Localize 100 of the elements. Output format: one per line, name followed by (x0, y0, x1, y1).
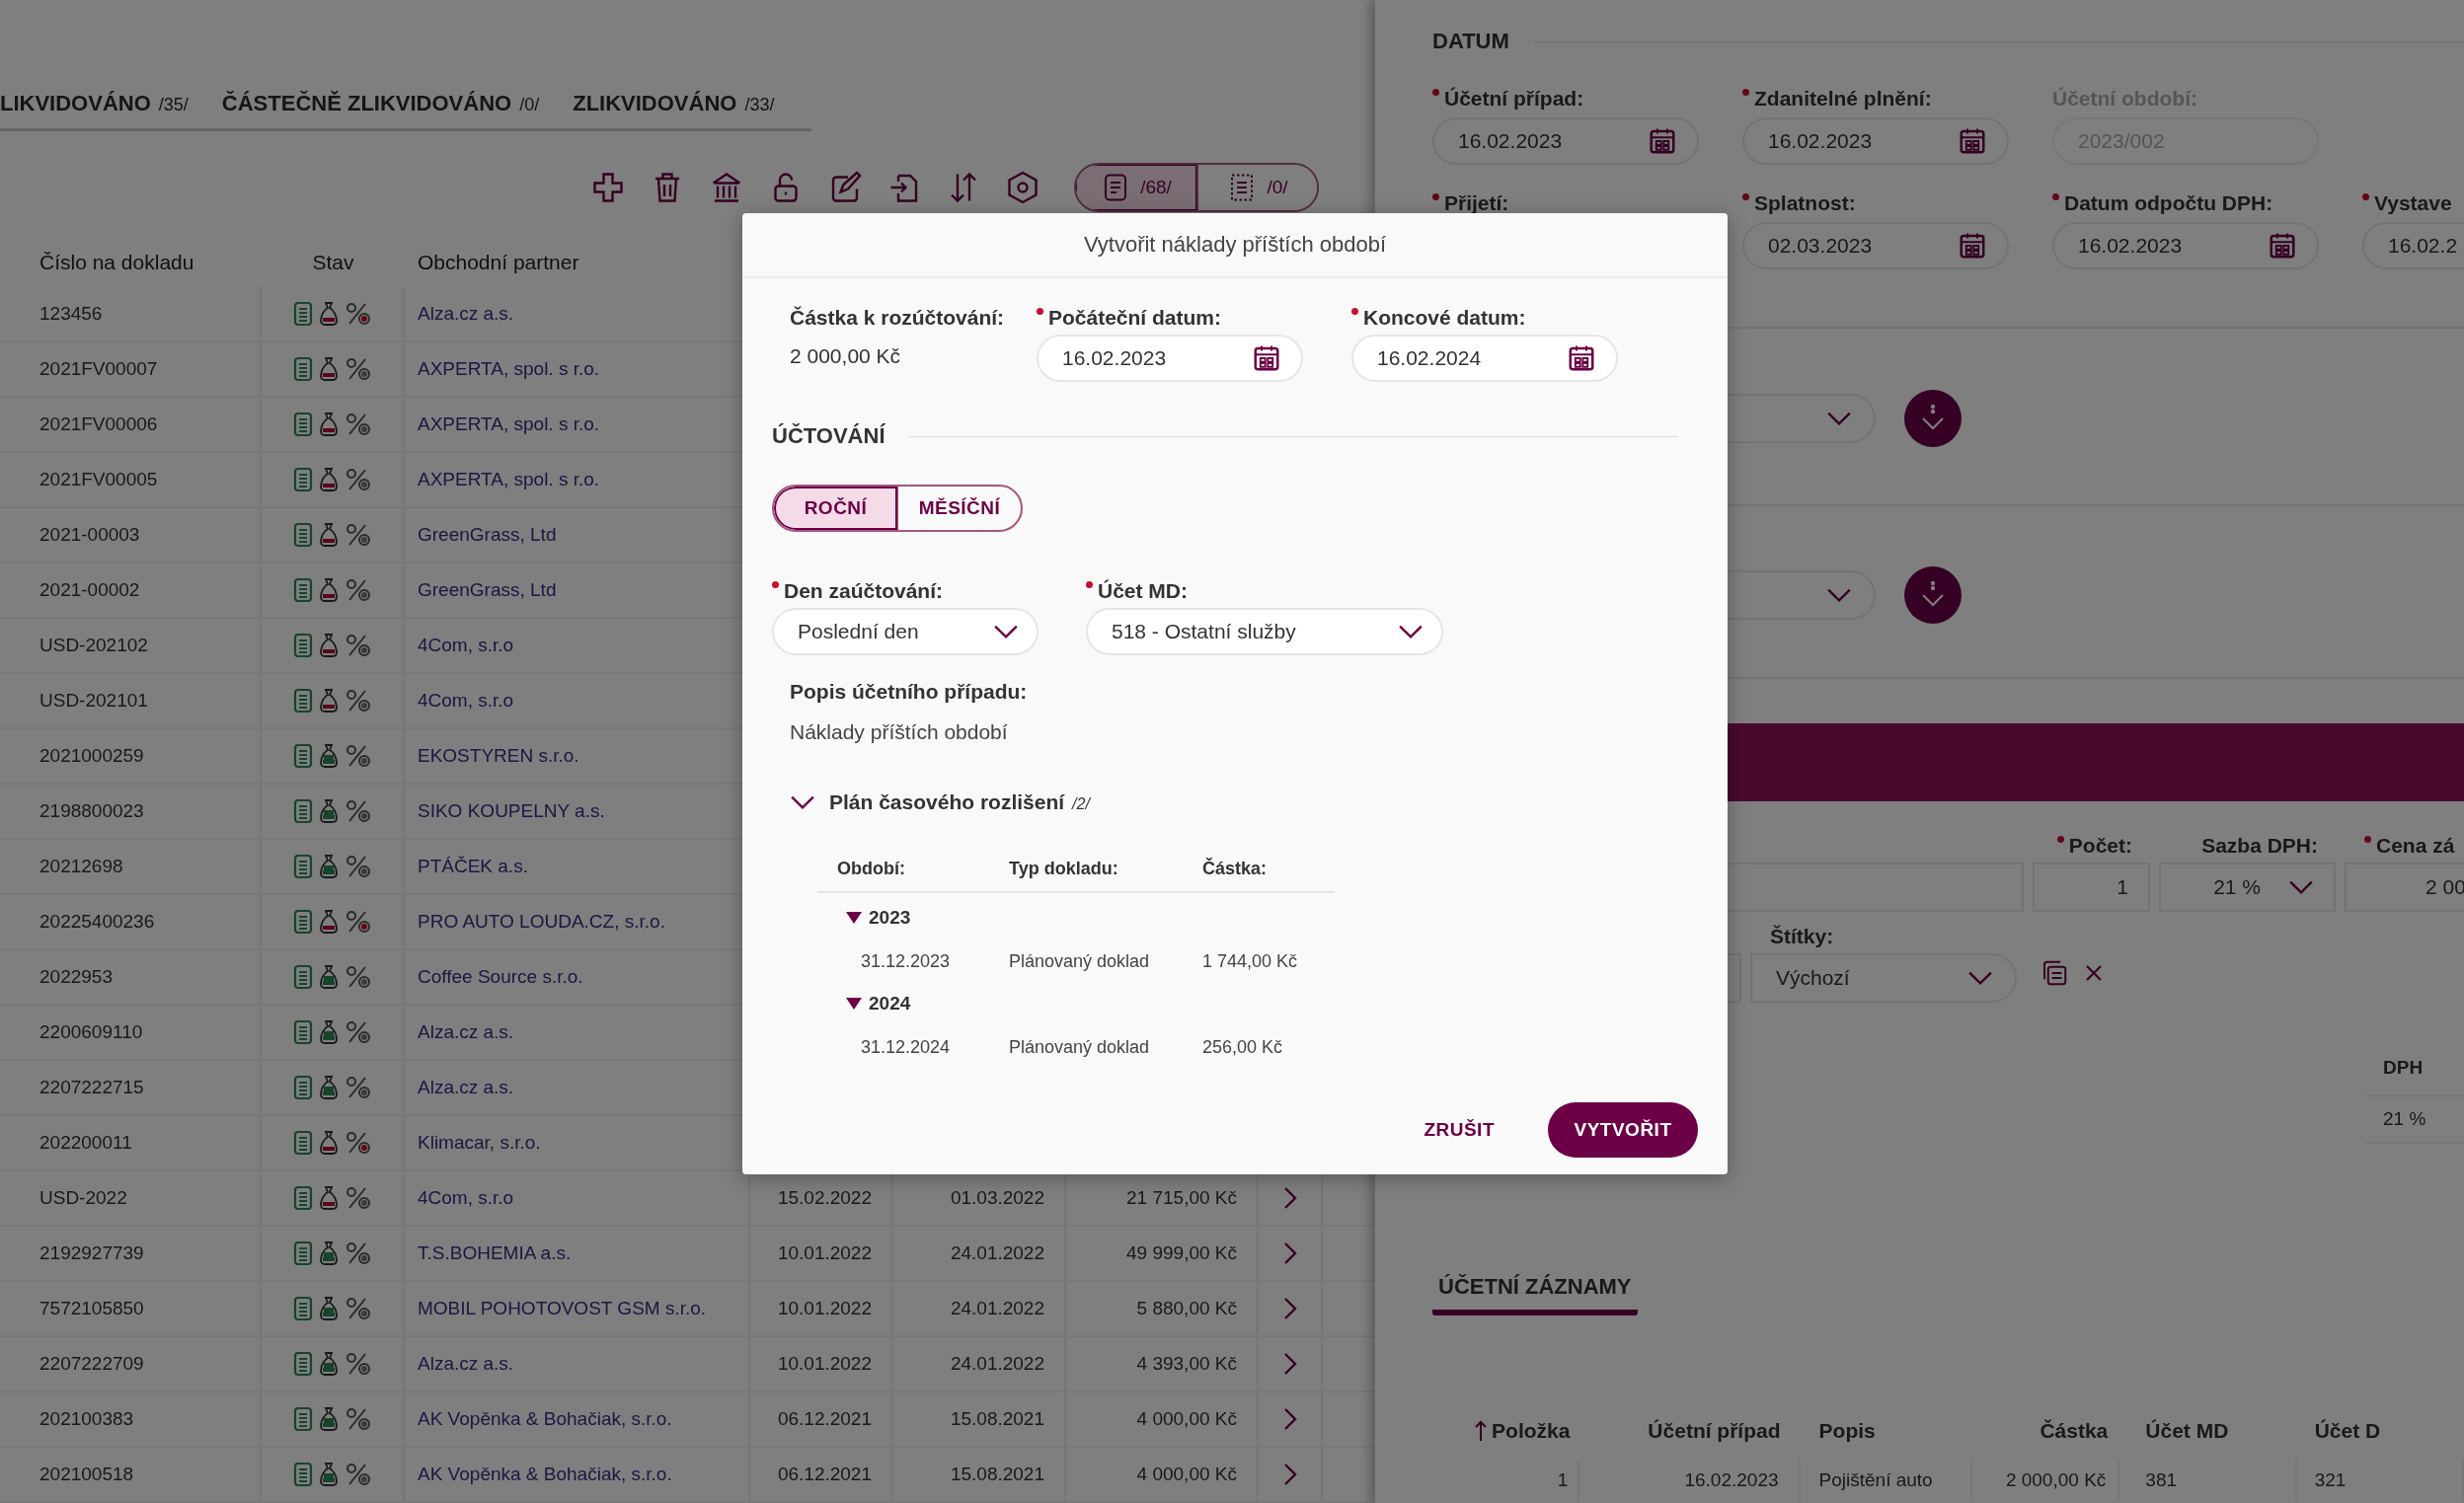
date-field[interactable]: 16.02.2023 (1037, 335, 1303, 382)
document-number: 20225400236 (39, 911, 155, 933)
partner-link[interactable]: AXPERTA, spol. s r.o. (418, 413, 600, 435)
chevron-right-icon[interactable] (1282, 1241, 1297, 1265)
date-field[interactable]: 16.02.2023 (1742, 117, 2009, 165)
partner-link[interactable]: SIKO KOUPELNY a.s. (418, 800, 605, 822)
date-field[interactable]: 16.02.2023 (2052, 222, 2319, 269)
date-field[interactable]: 16.02.2 (2362, 222, 2464, 269)
field-label: Koncové datum: (1351, 305, 1666, 331)
tab[interactable]: ZLIKVIDOVÁNO /33/ (573, 91, 775, 116)
partner-link[interactable]: PRO AUTO LOUDA.CZ, s.r.o. (418, 911, 665, 933)
partner-link[interactable]: Alza.cz a.s. (418, 1077, 514, 1098)
document-icon (291, 1296, 314, 1321)
document-number: USD-2022 (39, 1187, 127, 1209)
calendar-icon[interactable] (1252, 343, 1281, 373)
section-title: DATUM (1432, 29, 1509, 54)
partner-link[interactable]: AK Vopěnka & Bohačiak, s.r.o. (418, 1408, 672, 1430)
partner-link[interactable]: 4Com, s.r.o (418, 690, 514, 712)
tab[interactable]: ČÁSTEČNĚ ZLIKVIDOVÁNO /0/ (221, 91, 540, 116)
caret-icon (845, 910, 863, 925)
due-date: 24.01.2022 (950, 1242, 1044, 1264)
partner-link[interactable]: Alza.cz a.s. (418, 303, 514, 325)
document-icon (291, 301, 314, 327)
settings-icon[interactable] (1005, 170, 1040, 205)
column-header: Obchodní partner (418, 251, 579, 274)
table-cell-text: 31.12.2024 (861, 1037, 952, 1059)
down-arrow-button[interactable] (1904, 566, 1962, 624)
document-number: 2207222709 (39, 1353, 144, 1375)
tab[interactable]: ÚČETNÍ ZÁZNAMY (1432, 1273, 1638, 1315)
partner-link[interactable]: MOBIL POHOTOVOST GSM s.r.o. (418, 1298, 707, 1319)
chevron-down-icon (790, 794, 815, 810)
document-icon (291, 412, 314, 437)
tab[interactable]: LIKVIDOVÁNO /35/ (0, 91, 189, 116)
column-header[interactable]: Položka (1492, 1419, 1571, 1443)
plan-toggle[interactable]: Plán časového rozlišení /2/ (772, 789, 1698, 815)
partner-link[interactable]: AK Vopěnka & Bohačiak, s.r.o. (418, 1464, 672, 1485)
toggle-option[interactable]: ROČNÍ (774, 487, 897, 530)
create-button[interactable]: VYTVOŘIT (1548, 1102, 1698, 1158)
date-field[interactable]: 16.02.2024 (1351, 335, 1618, 382)
column-header[interactable]: Popis (1818, 1419, 1876, 1443)
document-number: USD-202102 (39, 635, 148, 656)
column-header[interactable]: Účetní případ (1648, 1419, 1781, 1443)
select-field[interactable]: Poslední den (772, 608, 1039, 655)
field-label: Účet MD: (1086, 578, 1443, 604)
select-field[interactable]: 21 % (2159, 863, 2336, 912)
due-date: 24.01.2022 (950, 1353, 1044, 1375)
chevron-right-icon[interactable] (1282, 1352, 1297, 1376)
chevron-right-icon[interactable] (1282, 1463, 1297, 1486)
document-icon (291, 633, 314, 658)
document-number: 202200011 (39, 1132, 132, 1154)
toggle-option[interactable]: MĚSÍČNÍ (897, 487, 1021, 530)
document-number: 7572105850 (39, 1298, 144, 1319)
tree-group[interactable]: 2023 (817, 893, 911, 925)
document-icon (291, 964, 314, 990)
column-header[interactable]: Částka (2040, 1419, 2109, 1443)
document-icon (291, 1130, 314, 1156)
tree-group[interactable]: 2024 (817, 979, 911, 1011)
partner-link[interactable]: GreenGrass, Ltd (418, 579, 557, 601)
chevron-down-icon (1826, 411, 1852, 426)
select-field[interactable]: 518 - Ostatní služby (1086, 608, 1443, 655)
chevron-right-icon[interactable] (1282, 1297, 1297, 1320)
partner-link[interactable]: PTÁČEK a.s. (418, 856, 528, 877)
cancel-button[interactable]: ZRUŠIT (1410, 1109, 1508, 1151)
down-arrow-button[interactable] (1904, 390, 1962, 447)
partner-link[interactable]: 4Com, s.r.o (418, 1187, 514, 1209)
document-number: 2198800023 (39, 800, 144, 822)
section-title: ÚČTOVÁNÍ (772, 423, 886, 449)
document-icon (291, 1351, 314, 1377)
partner-link[interactable]: T.S.BOHEMIA a.s. (418, 1242, 572, 1264)
table-cell-text: 1 744,00 Kč (1202, 951, 1298, 973)
partner-link[interactable]: GreenGrass, Ltd (418, 524, 557, 546)
partner-link[interactable]: Alza.cz a.s. (418, 1021, 514, 1043)
plus-icon[interactable] (590, 170, 626, 205)
partner-link[interactable]: EKOSTYREN s.r.o. (418, 745, 579, 767)
date-field[interactable]: 02.03.2023 (1742, 222, 2009, 269)
calendar-icon[interactable] (1567, 343, 1596, 373)
due-date: 15.08.2021 (950, 1464, 1044, 1485)
document-number: 2192927739 (39, 1242, 144, 1264)
view-toggle-button[interactable]: /68/ (1076, 165, 1196, 210)
document-number: 123456 (39, 303, 103, 325)
document-icon (291, 688, 314, 714)
select-field[interactable]: Výchozí (1750, 953, 2017, 1003)
partner-link[interactable]: Alza.cz a.s. (418, 1353, 514, 1375)
amount: 4 393,00 Kč (1136, 1353, 1237, 1375)
column-header[interactable]: Účet MD (2145, 1419, 2229, 1443)
document-number: 202100518 (39, 1464, 134, 1485)
date-field[interactable]: 16.02.2023 (1432, 117, 1699, 165)
chevron-right-icon[interactable] (1282, 1186, 1297, 1210)
partner-link[interactable]: AXPERTA, spol. s r.o. (418, 358, 600, 380)
input-field[interactable]: 1 (2033, 863, 2150, 912)
partner-link[interactable]: Klimacar, s.r.o. (418, 1132, 541, 1154)
amount: 4 000,00 Kč (1136, 1408, 1237, 1430)
view-toggle-button[interactable]: /0/ (1196, 165, 1317, 210)
partner-link[interactable]: Coffee Source s.r.o. (418, 966, 583, 988)
partner-link[interactable]: 4Com, s.r.o (418, 635, 514, 656)
partner-link[interactable]: AXPERTA, spol. s r.o. (418, 469, 600, 490)
chevron-right-icon[interactable] (1282, 1407, 1297, 1431)
close-icon[interactable] (2084, 963, 2104, 983)
column-header[interactable]: Účet D (2314, 1419, 2381, 1443)
document-icon (291, 909, 314, 935)
